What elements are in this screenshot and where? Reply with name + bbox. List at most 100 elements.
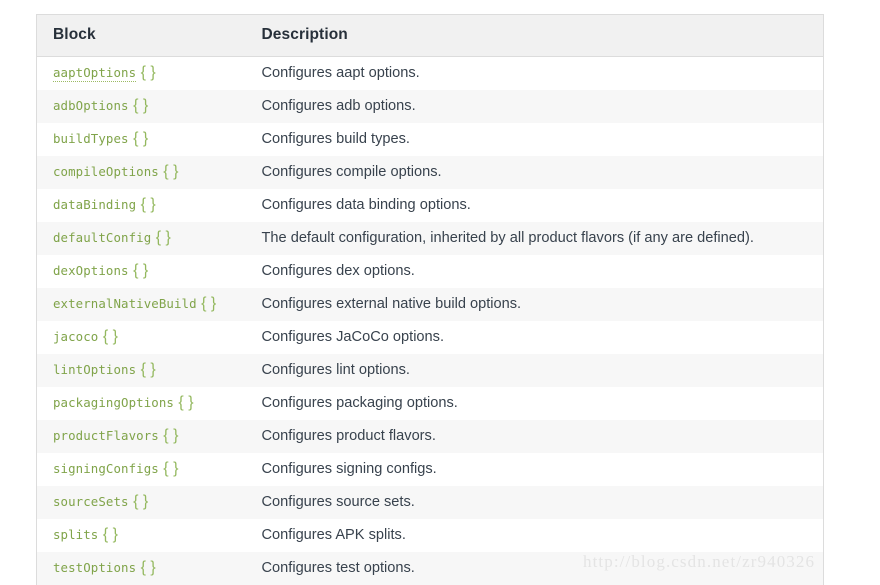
table-row: defaultConfig { } The default configurati… bbox=[36, 221, 824, 255]
description-text: Configures APK splits. bbox=[261, 527, 406, 543]
table-header-row: Block Description bbox=[36, 14, 824, 57]
block-braces: { } bbox=[163, 460, 179, 477]
block-braces: { } bbox=[140, 361, 156, 378]
document-root: Block Description aaptOptions { } Configu… bbox=[0, 0, 880, 585]
cell-block: externalNativeBuild { } bbox=[37, 288, 261, 321]
cell-block: jacoco { } bbox=[37, 321, 261, 354]
block-braces: { } bbox=[155, 229, 171, 246]
block-braces: { } bbox=[102, 328, 118, 345]
block-name: adbOptions bbox=[53, 98, 129, 113]
description-text: The default configuration, inherited by … bbox=[261, 230, 754, 246]
cell-block: compileOptions { } bbox=[37, 156, 261, 189]
description-text: Configures JaCoCo options. bbox=[261, 329, 445, 345]
description-text: Configures aapt options. bbox=[261, 65, 420, 82]
block-name: testOptions bbox=[53, 560, 137, 575]
cell-description: Configures data binding options. bbox=[261, 189, 824, 222]
cell-description: Configures aapt options. bbox=[261, 57, 824, 90]
table-row: splits { } Configures APK splits. bbox=[36, 518, 824, 552]
cell-block: aaptOptions { } bbox=[37, 57, 261, 90]
column-header-block: Block bbox=[36, 14, 261, 57]
table-row: lintOptions { } Configures lint options. bbox=[36, 353, 824, 387]
table-row: dataBinding { } Configures data binding o… bbox=[36, 188, 824, 222]
cell-block: packagingOptions { } bbox=[37, 387, 261, 420]
block-braces: { } bbox=[133, 130, 149, 147]
table-header: Block Description bbox=[36, 14, 824, 57]
description-text: Configures dex options. bbox=[261, 263, 415, 279]
table-row: adbOptions { } Configures adb options. bbox=[36, 89, 824, 123]
table-row: buildTypes { } Configures build types. bbox=[36, 122, 824, 156]
block-braces: { } bbox=[178, 394, 194, 411]
block-braces: { } bbox=[133, 97, 149, 114]
cell-block: adbOptions { } bbox=[37, 90, 261, 123]
cell-description: The default configuration, inherited by … bbox=[261, 222, 824, 255]
table-row: dexOptions { } Configures dex options. bbox=[36, 254, 824, 288]
block-name: packagingOptions bbox=[53, 395, 174, 410]
cell-block: dexOptions { } bbox=[37, 255, 261, 288]
cell-block: sourceSets { } bbox=[37, 486, 261, 519]
cell-description: Configures product flavors. bbox=[261, 420, 824, 453]
description-text: Configures adb options. bbox=[261, 98, 416, 114]
cell-block: dataBinding { } bbox=[37, 189, 261, 222]
block-name: buildTypes bbox=[53, 131, 129, 146]
watermark: http://blog.csdn.net/zr940326 bbox=[583, 552, 816, 571]
table-row: productFlavors { } Configures product fla… bbox=[36, 419, 824, 453]
table-body: aaptOptions { } Configures aapt options. a… bbox=[36, 56, 824, 585]
block-name: sourceSets bbox=[53, 494, 129, 509]
block-braces: { } bbox=[163, 427, 179, 444]
block-name-link[interactable]: aaptOptions bbox=[53, 65, 137, 83]
cell-description: Configures compile options. bbox=[261, 156, 824, 189]
cell-description: Configures APK splits. bbox=[261, 519, 824, 552]
description-text: Configures build types. bbox=[261, 131, 410, 147]
cell-description: Configures build types. bbox=[261, 123, 824, 156]
cell-description: Configures dex options. bbox=[261, 255, 824, 288]
gradle-block-reference-table: Block Description aaptOptions { } Configu… bbox=[36, 14, 824, 585]
cell-block: lintOptions { } bbox=[37, 354, 261, 387]
description-text: Configures data binding options. bbox=[261, 197, 471, 213]
block-name: lintOptions bbox=[53, 362, 137, 377]
description-text: Configures source sets. bbox=[261, 494, 415, 510]
block-name: dexOptions bbox=[53, 263, 129, 278]
cell-description: Configures external native build options… bbox=[261, 288, 824, 321]
description-text: Configures compile options. bbox=[261, 164, 442, 180]
cell-description: Configures adb options. bbox=[261, 90, 824, 123]
table-row: packagingOptions { } Configures packaging… bbox=[36, 386, 824, 420]
block-name: signingConfigs bbox=[53, 461, 159, 476]
cell-block: signingConfigs { } bbox=[37, 453, 261, 486]
block-name: defaultConfig bbox=[53, 230, 152, 245]
block-braces: { } bbox=[201, 295, 217, 312]
block-name: jacoco bbox=[53, 329, 99, 344]
cell-block: splits { } bbox=[37, 519, 261, 552]
block-braces: { } bbox=[102, 526, 118, 543]
cell-block: testOptions { } bbox=[37, 552, 261, 585]
table-row: externalNativeBuild { } Configures extern… bbox=[36, 287, 824, 321]
description-text: Configures lint options. bbox=[261, 362, 410, 378]
block-braces: { } bbox=[140, 559, 156, 576]
column-header-description: Description bbox=[260, 14, 824, 57]
description-text: Configures signing configs. bbox=[261, 461, 437, 477]
cell-block: productFlavors { } bbox=[37, 420, 261, 453]
table-row: signingConfigs { } Configures signing con… bbox=[36, 452, 824, 486]
block-braces: { } bbox=[140, 64, 156, 82]
cell-block: defaultConfig { } bbox=[37, 222, 261, 255]
cell-description: Configures signing configs. bbox=[261, 453, 824, 486]
block-braces: { } bbox=[133, 493, 149, 510]
table-row: jacoco { } Configures JaCoCo options. bbox=[36, 320, 824, 354]
block-braces: { } bbox=[163, 163, 179, 180]
block-name: splits bbox=[53, 527, 99, 542]
block-name: dataBinding bbox=[53, 197, 137, 212]
table-row: aaptOptions { } Configures aapt options. bbox=[36, 56, 824, 90]
description-text: Configures external native build options… bbox=[261, 296, 522, 312]
block-name: productFlavors bbox=[53, 428, 159, 443]
block-table-container: Block Description aaptOptions { } Configu… bbox=[36, 14, 824, 585]
cell-description: Configures source sets. bbox=[261, 486, 824, 519]
description-text: Configures product flavors. bbox=[261, 428, 436, 444]
cell-block: buildTypes { } bbox=[37, 123, 261, 156]
table-row: compileOptions { } Configures compile opt… bbox=[36, 155, 824, 189]
block-braces: { } bbox=[140, 196, 156, 213]
cell-description: Configures lint options. bbox=[261, 354, 824, 387]
table-row: sourceSets { } Configures source sets. bbox=[36, 485, 824, 519]
block-name: externalNativeBuild bbox=[53, 296, 197, 311]
block-name: compileOptions bbox=[53, 164, 159, 179]
cell-description: Configures packaging options. bbox=[261, 387, 824, 420]
description-text: Configures test options. bbox=[261, 560, 415, 576]
